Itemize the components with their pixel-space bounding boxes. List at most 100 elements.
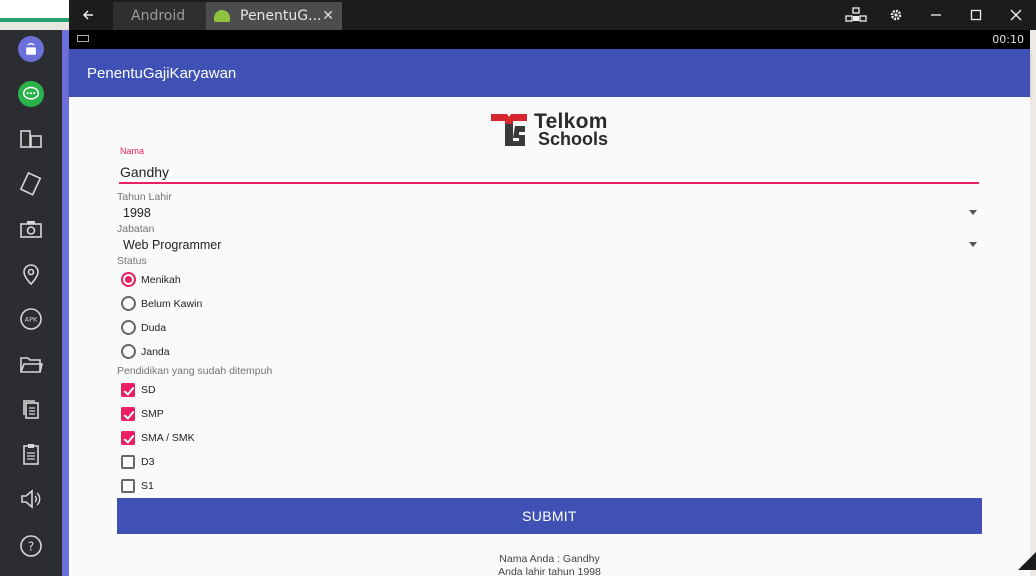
grid-blocks-icon [845,7,867,22]
app-title: PenentuGajiKaryawan [87,65,237,82]
radio-belum-kawin[interactable]: Belum Kawin [121,296,202,311]
volume-icon [21,489,41,509]
emulator-window: Android PenentuG... ✕ APK ? 00:10 Penent… [0,0,1036,576]
radio-label: Menikah [141,273,181,286]
keyboard-icon [77,35,89,42]
checkbox-sd[interactable]: SD [121,383,156,397]
radio-label: Belum Kawin [141,297,203,310]
tab-label: PenentuG... [240,8,322,24]
radio-duda[interactable]: Duda [121,320,166,335]
paste-button[interactable] [15,438,47,470]
install-apk-button[interactable]: APK [15,303,47,335]
chat-icon [18,81,44,107]
copy-icon [23,400,39,419]
jabatan-spinner[interactable]: Web Programmer [123,238,221,252]
checkbox-label: S1 [141,480,154,492]
checkbox-icon[interactable] [121,479,135,493]
minimize-button[interactable] [916,0,956,30]
arrow-left-icon [82,10,93,20]
svg-text:APK: APK [25,316,38,324]
checkbox-label: SMP [141,408,164,420]
window-controls [836,0,1036,30]
location-icon [23,264,39,286]
checkbox-sma-smk[interactable]: SMA / SMK [121,431,195,445]
tahun-lahir-spinner[interactable]: 1998 [123,206,151,220]
sidebar-accent-bar [62,30,69,576]
multi-instance-icon [20,130,42,148]
tab-close-button[interactable]: ✕ [322,8,334,24]
back-button[interactable] [69,0,107,30]
android-status-bar: 00:10 [69,30,1030,49]
multi-instance-manager-button[interactable] [836,0,876,30]
radio-button-icon[interactable] [121,296,136,311]
status-label: Status [117,255,147,267]
logo-text-schools: Schools [538,129,609,149]
checkbox-s1[interactable]: S1 [121,479,154,493]
maximize-icon [970,9,982,21]
radio-button-icon[interactable] [121,272,136,287]
checkbox-icon[interactable] [121,383,135,397]
rotate-icon [19,171,42,196]
radio-button-icon[interactable] [121,344,136,359]
desktop-accent-strip [0,18,69,22]
svg-text:?: ? [28,540,34,554]
gear-icon [890,9,902,21]
radio-label: Duda [141,321,167,334]
checkbox-label: D3 [141,456,155,468]
help-icon: ? [20,535,42,557]
checkbox-smp[interactable]: SMP [121,407,164,421]
app-toolbar: PenentuGajiKaryawan [69,49,1030,97]
submit-button[interactable]: SUBMIT [117,498,982,534]
settings-button[interactable] [876,0,916,30]
screenshot-button[interactable] [15,213,47,245]
screen-record-button[interactable] [15,33,47,65]
checkbox-icon[interactable] [121,455,135,469]
checkbox-label: SD [141,384,156,396]
jabatan-label: Jabatan [117,223,155,235]
apk-icon: APK [20,308,42,330]
radio-janda[interactable]: Janda [121,344,170,359]
dropdown-arrow-icon[interactable] [969,210,977,215]
result-year-text: Anda lahir tahun 1998 [498,566,601,576]
close-window-button[interactable] [996,0,1036,30]
tab-app[interactable]: PenentuG... ✕ [206,2,342,30]
form-content[interactable]: Telkom Schools Nama Gandhy Tahun Lahir 1… [69,97,1030,576]
location-button[interactable] [15,258,47,290]
pendidikan-label: Pendidikan yang sudah ditempuh [117,365,273,377]
screen-record-icon [18,36,44,62]
dropdown-arrow-icon[interactable] [969,242,977,247]
screen-edge [1030,30,1036,576]
volume-button[interactable] [15,483,47,515]
checkbox-label: SMA / SMK [141,432,195,444]
maximize-button[interactable] [956,0,996,30]
rotate-button[interactable] [15,168,47,200]
radio-label: Janda [141,345,170,358]
chat-button[interactable] [15,78,47,110]
radio-menikah[interactable]: Menikah [121,272,181,287]
tab-label: Android [131,8,186,24]
close-icon [1010,9,1022,21]
paste-icon [23,444,39,465]
nama-input[interactable]: Gandhy [120,164,169,180]
title-bar: Android PenentuG... ✕ [69,0,1036,30]
tahun-lahir-label: Tahun Lahir [117,191,172,203]
desktop-background [0,0,69,18]
resize-grip[interactable] [1018,552,1036,570]
status-time: 00:10 [992,33,1024,46]
help-button[interactable]: ? [15,530,47,562]
checkbox-d3[interactable]: D3 [121,455,154,469]
android-icon [214,10,230,22]
nama-underline [119,182,979,184]
radio-button-icon[interactable] [121,320,136,335]
minimize-icon [931,14,941,16]
folder-button[interactable] [15,348,47,380]
telkom-schools-logo: Telkom Schools [491,110,611,150]
telkom-logo-mark-icon [491,114,527,146]
checkbox-icon[interactable] [121,407,135,421]
copy-button[interactable] [15,393,47,425]
nama-label: Nama [120,146,145,156]
emulator-sidebar: APK ? [0,30,62,576]
multi-instance-button[interactable] [15,123,47,155]
checkbox-icon[interactable] [121,431,135,445]
screenshot-icon [20,221,42,238]
